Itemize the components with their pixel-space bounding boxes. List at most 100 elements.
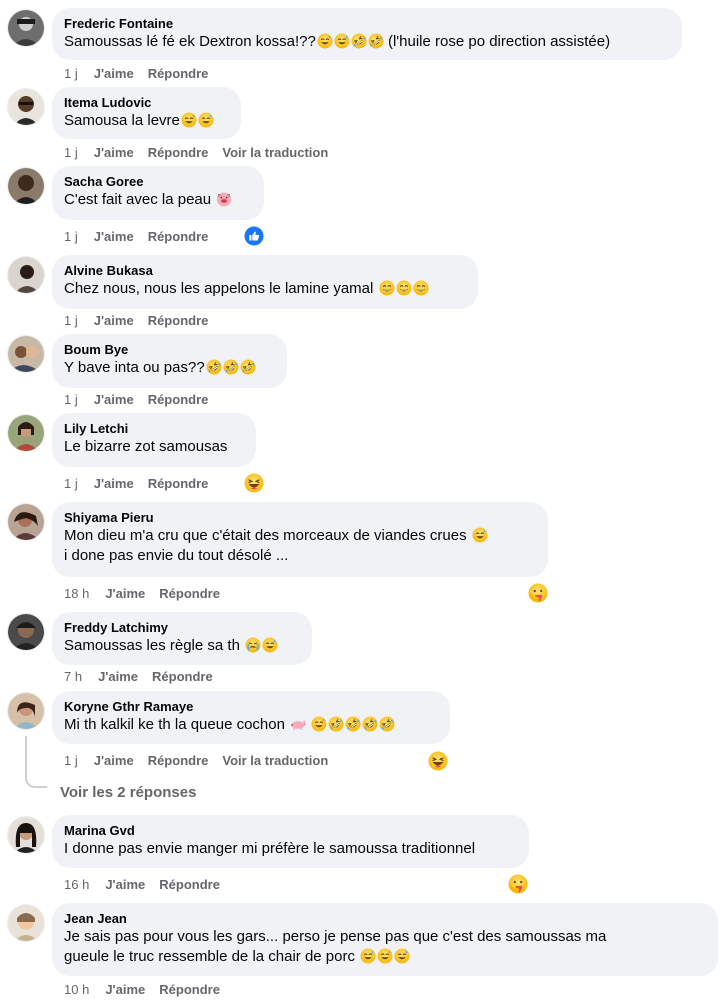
avatar[interactable] <box>8 614 44 650</box>
grinning-sweat-emoji <box>394 948 410 964</box>
comment-text: Samousa la levre <box>64 111 229 131</box>
like-link[interactable]: J'aime <box>94 145 134 161</box>
reply-link[interactable]: Répondre <box>148 753 209 769</box>
rofl-emoji <box>368 33 384 49</box>
reaction-sliver <box>256 0 290 4</box>
comment-bubble: Shiyama Pieru Mon dieu m'a cru que c'éta… <box>52 502 548 577</box>
timestamp[interactable]: 1 j <box>64 392 78 408</box>
avatar[interactable] <box>8 89 44 125</box>
avatar[interactable] <box>8 415 44 451</box>
comment-bubble: Lily Letchi Le bizarre zot samousas <box>52 413 256 467</box>
like-link[interactable]: J'aime <box>105 586 145 602</box>
care-reaction-icon[interactable] <box>508 874 528 894</box>
avatar[interactable] <box>8 336 44 372</box>
comment-bubble: Jean Jean Je sais pas pour vous les gars… <box>52 903 718 976</box>
timestamp[interactable]: 10 h <box>64 982 89 998</box>
comment-actions: 1 j J'aime Répondre <box>64 392 222 408</box>
like-reaction-icon[interactable] <box>244 226 264 246</box>
comment-author[interactable]: Shiyama Pieru <box>64 510 536 526</box>
timestamp[interactable]: 7 h <box>64 669 82 685</box>
grinning-sweat-emoji <box>379 280 395 296</box>
reply-link[interactable]: Répondre <box>148 476 209 492</box>
comment-author[interactable]: Freddy Latchimy <box>64 620 300 636</box>
reply-link[interactable]: Répondre <box>159 877 220 893</box>
like-link[interactable]: J'aime <box>94 229 134 245</box>
avatar[interactable] <box>8 10 44 46</box>
rofl-emoji <box>379 716 395 732</box>
timestamp[interactable]: 1 j <box>64 229 78 245</box>
avatar[interactable] <box>8 905 44 941</box>
like-link[interactable]: J'aime <box>94 476 134 492</box>
reply-link[interactable]: Répondre <box>148 229 209 245</box>
avatar[interactable] <box>8 693 44 729</box>
haha-reaction-icon[interactable] <box>428 751 448 771</box>
reply-link[interactable]: Répondre <box>148 145 209 161</box>
comment-bubble: Frederic Fontaine Samoussas lé fé ek Dex… <box>52 8 682 60</box>
avatar[interactable] <box>8 257 44 293</box>
like-link[interactable]: J'aime <box>98 669 138 685</box>
rofl-emoji <box>328 716 344 732</box>
comment-author[interactable]: Koryne Gthr Ramaye <box>64 699 438 715</box>
avatar[interactable] <box>8 817 44 853</box>
timestamp[interactable]: 16 h <box>64 877 89 893</box>
comment-text: Mon dieu m'a cru que c'était des morceau… <box>64 526 536 546</box>
like-link[interactable]: J'aime <box>105 982 145 998</box>
comment-author[interactable]: Itema Ludovic <box>64 95 229 111</box>
comment-author[interactable]: Lily Letchi <box>64 421 244 437</box>
timestamp[interactable]: 1 j <box>64 313 78 329</box>
reply-link[interactable]: Répondre <box>148 392 209 408</box>
reply-link[interactable]: Répondre <box>148 66 209 82</box>
rofl-emoji <box>223 359 239 375</box>
reply-link[interactable]: Répondre <box>152 669 213 685</box>
like-link[interactable]: J'aime <box>94 753 134 769</box>
grinning-sweat-emoji <box>413 280 429 296</box>
like-link[interactable]: J'aime <box>105 877 145 893</box>
comment-author[interactable]: Jean Jean <box>64 911 706 927</box>
like-link[interactable]: J'aime <box>94 313 134 329</box>
pig-face-emoji <box>216 191 232 207</box>
comment-text: C'est fait avec la peau <box>64 190 252 210</box>
grinning-sweat-emoji <box>317 33 333 49</box>
grinning-sweat-emoji <box>262 637 278 653</box>
timestamp[interactable]: 1 j <box>64 145 78 161</box>
comment-bubble: Itema Ludovic Samousa la levre <box>52 87 241 139</box>
comment-actions: 10 h J'aime Répondre <box>64 982 234 998</box>
timestamp[interactable]: 1 j <box>64 753 78 769</box>
translate-link[interactable]: Voir la traduction <box>222 753 328 769</box>
reply-thread-line <box>25 736 27 778</box>
comment-text: Mi th kalkil ke th la queue cochon <box>64 715 438 735</box>
translate-link[interactable]: Voir la traduction <box>222 145 328 161</box>
rofl-emoji <box>351 33 367 49</box>
crying-laughing-emoji <box>245 637 261 653</box>
grinning-sweat-emoji <box>311 716 327 732</box>
like-link[interactable]: J'aime <box>94 392 134 408</box>
avatar[interactable] <box>8 504 44 540</box>
like-link[interactable]: J'aime <box>94 66 134 82</box>
comment-actions: 1 j J'aime Répondre <box>64 66 222 82</box>
reply-link[interactable]: Répondre <box>159 982 220 998</box>
view-replies-link[interactable]: Voir les 2 réponses <box>60 784 196 801</box>
reply-link[interactable]: Répondre <box>159 586 220 602</box>
comment-bubble: Boum Bye Y bave inta ou pas?? <box>52 334 287 388</box>
timestamp[interactable]: 18 h <box>64 586 89 602</box>
comment-text-line2: i done pas envie du tout désolé ... <box>64 547 289 564</box>
comment-author[interactable]: Alvine Bukasa <box>64 263 466 279</box>
reply-link[interactable]: Répondre <box>148 313 209 329</box>
comment-text: Le bizarre zot samousas <box>64 438 228 455</box>
comment-author[interactable]: Boum Bye <box>64 342 275 358</box>
grinning-sweat-emoji <box>181 112 197 128</box>
comment-author[interactable]: Sacha Goree <box>64 174 252 190</box>
comment-bubble: Freddy Latchimy Samoussas les règle sa t… <box>52 612 312 665</box>
comment-actions: 1 j J'aime Répondre <box>64 313 222 329</box>
comment-author[interactable]: Frederic Fontaine <box>64 16 670 32</box>
care-reaction-icon[interactable] <box>528 583 548 603</box>
timestamp[interactable]: 1 j <box>64 476 78 492</box>
comment-actions: 16 h J'aime Répondre <box>64 877 234 893</box>
avatar[interactable] <box>8 168 44 204</box>
rofl-emoji <box>240 359 256 375</box>
comment-author[interactable]: Marina Gvd <box>64 823 517 839</box>
timestamp[interactable]: 1 j <box>64 66 78 82</box>
comment-bubble: Sacha Goree C'est fait avec la peau <box>52 166 264 220</box>
haha-reaction-icon[interactable] <box>244 473 264 493</box>
comment-text: Y bave inta ou pas?? <box>64 358 275 378</box>
